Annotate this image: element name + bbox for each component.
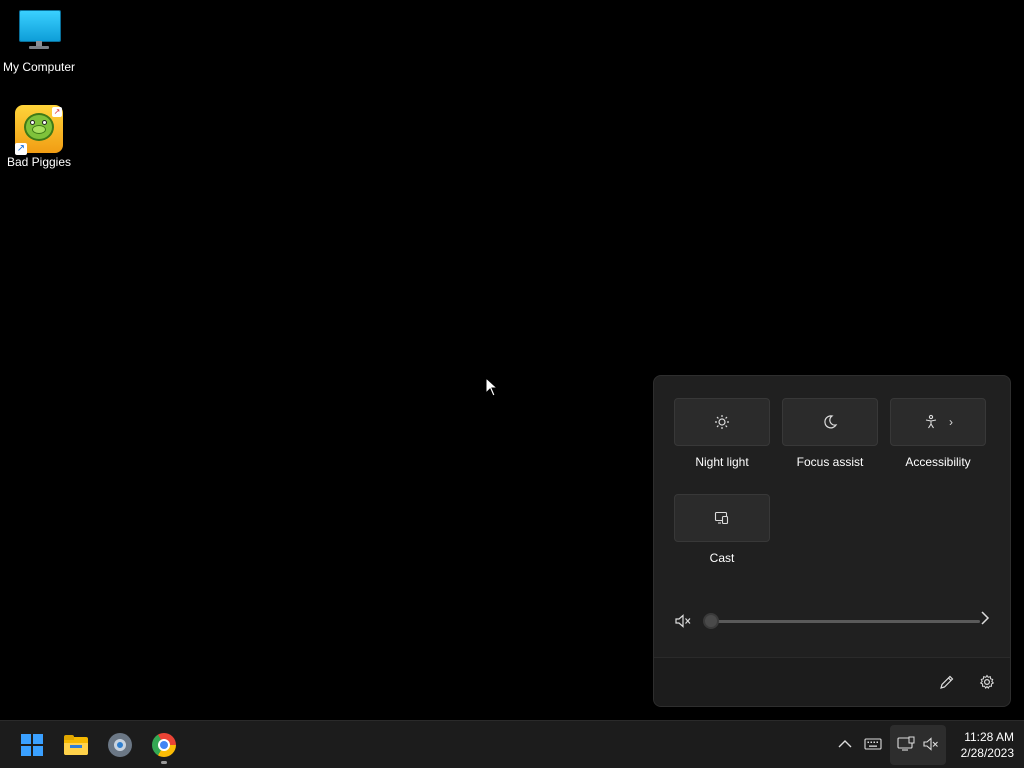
folder-icon: [64, 735, 88, 755]
night-light-button[interactable]: [674, 398, 770, 446]
speaker-muted-icon: [920, 733, 942, 755]
volume-output-chevron-icon[interactable]: [976, 610, 994, 632]
chevron-right-icon: ›: [949, 415, 953, 429]
desktop-icon-bad-piggies[interactable]: ↗ ↗ Bad Piggies: [0, 105, 78, 169]
volume-control: [672, 608, 994, 634]
pencil-icon: [940, 675, 954, 689]
volume-slider-thumb[interactable]: [703, 613, 719, 629]
chrome-button[interactable]: [145, 726, 183, 764]
moon-icon: [824, 415, 838, 429]
chrome-icon: [152, 733, 176, 757]
taskbar: 11:28 AM 2/28/2023: [0, 720, 1024, 768]
windows-logo-icon: [21, 734, 43, 756]
bad-piggies-icon: ↗ ↗: [15, 105, 63, 155]
desktop-icon-my-computer[interactable]: My Computer: [0, 10, 78, 74]
focus-assist-button[interactable]: [782, 398, 878, 446]
tile-cast[interactable]: Cast: [674, 494, 770, 565]
chevron-up-icon[interactable]: [834, 733, 856, 755]
shortcut-arrow-icon: ↗: [15, 143, 27, 155]
all-settings-button[interactable]: [975, 670, 999, 694]
settings-gear-icon: [108, 733, 132, 757]
desktop-icon-label: My Computer: [2, 60, 76, 74]
tile-label: Cast: [709, 551, 735, 565]
start-button[interactable]: [13, 726, 51, 764]
monitor-icon: [15, 10, 63, 58]
mouse-cursor-icon: [485, 377, 499, 397]
keyboard-icon[interactable]: [862, 733, 884, 755]
network-volume-tray-button[interactable]: [890, 725, 946, 765]
tile-label: Night light: [695, 455, 749, 469]
volume-slider-track[interactable]: [710, 620, 980, 623]
desktop: My Computer ↗ ↗ Bad Piggies Night light …: [0, 0, 1024, 720]
tile-accessibility[interactable]: › Accessibility: [890, 398, 986, 469]
tile-focus-assist[interactable]: Focus assist: [782, 398, 878, 469]
night-light-icon: [715, 415, 729, 429]
settings-app-button[interactable]: [101, 726, 139, 764]
accessibility-button[interactable]: ›: [890, 398, 986, 446]
quick-settings-footer: [654, 657, 1010, 706]
desktop-icon-label: Bad Piggies: [6, 155, 72, 169]
cast-icon: [714, 511, 729, 525]
gear-icon: [979, 674, 995, 689]
running-indicator: [161, 761, 167, 764]
edit-quick-settings-button[interactable]: [935, 670, 959, 694]
clock[interactable]: 11:28 AM 2/28/2023: [950, 729, 1014, 761]
tile-label: Accessibility: [905, 455, 971, 469]
clock-time: 11:28 AM: [964, 730, 1014, 744]
network-icon: [895, 733, 917, 755]
tile-label: Focus assist: [796, 455, 864, 469]
speaker-muted-icon[interactable]: [674, 612, 692, 630]
cast-button[interactable]: [674, 494, 770, 542]
quick-settings-panel: Night light Focus assist › Accessibility: [653, 375, 1011, 707]
tile-night-light[interactable]: Night light: [674, 398, 770, 469]
clock-date: 2/28/2023: [960, 746, 1014, 760]
accessibility-icon: [925, 414, 937, 429]
file-explorer-button[interactable]: [57, 726, 95, 764]
